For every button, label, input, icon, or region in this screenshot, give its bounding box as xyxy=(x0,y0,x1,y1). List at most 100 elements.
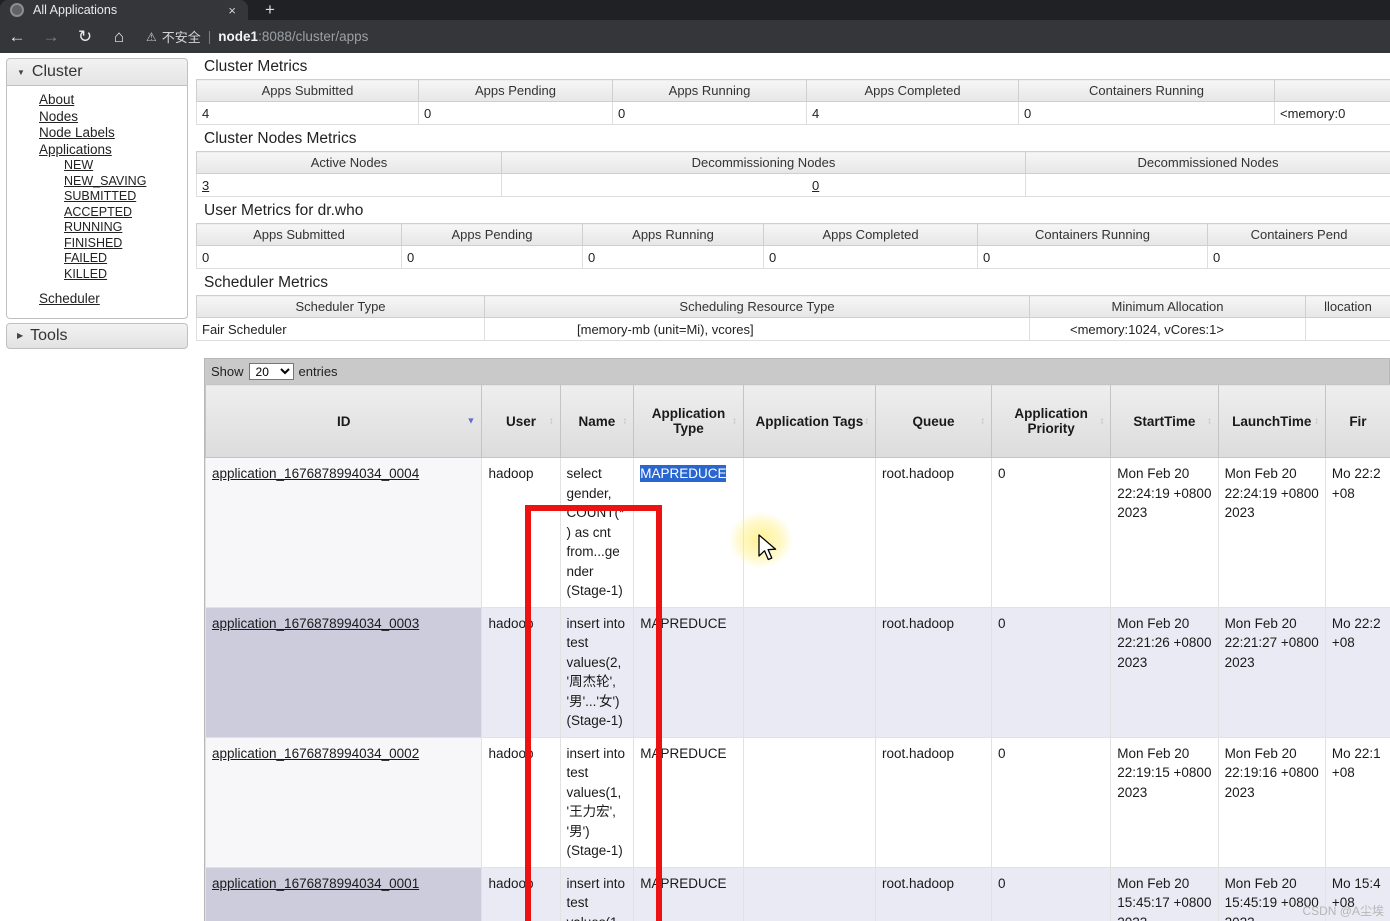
application-id-link[interactable]: application_1676878994034_0002 xyxy=(212,746,419,761)
val-user-apps-submitted: 0 xyxy=(196,245,402,269)
col-user[interactable]: User ↕ xyxy=(481,384,561,458)
application-id-link[interactable]: application_1676878994034_0004 xyxy=(212,466,419,481)
col-containers-running[interactable]: Containers Running xyxy=(1018,79,1275,102)
col-application-tags-label: Application Tags xyxy=(755,413,864,429)
chevron-down-icon: ▼ xyxy=(17,67,25,77)
col-active-nodes[interactable]: Active Nodes xyxy=(196,151,502,174)
cell-id[interactable]: application_1676878994034_0003 xyxy=(204,606,483,738)
sidebar-item-node-labels[interactable]: Node Labels xyxy=(7,125,187,142)
val-containers-running: 0 xyxy=(1018,101,1275,125)
user-metrics-title: User Metrics for dr.who xyxy=(204,202,364,219)
sidebar-item-running[interactable]: RUNNING xyxy=(7,220,187,236)
home-icon[interactable]: ⌂ xyxy=(102,20,136,53)
table-row: application_1676878994034_0001 hadoop in… xyxy=(204,866,1390,921)
application-id-link[interactable]: application_1676878994034_0001 xyxy=(212,876,419,891)
col-user-label: User xyxy=(505,413,536,429)
val-apps-submitted: 4 xyxy=(196,101,419,125)
table-row: application_1676878994034_0003 hadoop in… xyxy=(204,606,1390,738)
col-finish-time[interactable]: Fir xyxy=(1324,384,1390,458)
col-memory-used[interactable] xyxy=(1274,79,1390,102)
cell-application-type: MAPREDUCE xyxy=(633,736,744,868)
sidebar-item-scheduler[interactable]: Scheduler xyxy=(7,291,187,308)
col-id[interactable]: ID ▼ xyxy=(204,384,483,458)
sidebar-item-failed[interactable]: FAILED xyxy=(7,251,187,267)
col-apps-running[interactable]: Apps Running xyxy=(612,79,807,102)
sidebar-item-about[interactable]: About xyxy=(7,92,187,109)
col-decommissioned-nodes[interactable]: Decommissioned Nodes xyxy=(1025,151,1390,174)
sidebar-item-new-saving[interactable]: NEW_SAVING xyxy=(7,174,187,190)
col-application-priority[interactable]: Application Priority ↕ xyxy=(990,384,1112,458)
col-queue[interactable]: Queue ↕ xyxy=(874,384,992,458)
col-user-apps-submitted[interactable]: Apps Submitted xyxy=(196,223,402,246)
browser-tab-all-applications[interactable]: All Applications × xyxy=(0,0,248,20)
col-user-apps-pending[interactable]: Apps Pending xyxy=(401,223,583,246)
application-id-link[interactable]: application_1676878994034_0003 xyxy=(212,616,419,631)
sort-icon[interactable]: ↕ xyxy=(1207,416,1212,426)
cell-start-time: Mon Feb 20 22:21:26 +0800 2023 xyxy=(1110,606,1219,738)
sidebar-item-finished[interactable]: FINISHED xyxy=(7,236,187,252)
cell-id[interactable]: application_1676878994034_0004 xyxy=(204,457,483,608)
sidebar-item-new[interactable]: NEW xyxy=(7,158,187,174)
sort-desc-icon[interactable]: ▼ xyxy=(467,416,476,426)
sidebar-item-applications[interactable]: Applications xyxy=(7,142,187,159)
val-apps-completed: 4 xyxy=(806,101,1019,125)
new-tab-icon[interactable]: + xyxy=(253,0,287,20)
sort-icon[interactable]: ↕ xyxy=(623,416,628,426)
col-maximum-allocation[interactable]: llocation xyxy=(1305,295,1390,318)
col-application-type[interactable]: Application Type ↕ xyxy=(633,384,744,458)
cell-launch-time: Mon Feb 20 22:19:16 +0800 2023 xyxy=(1217,736,1326,868)
cell-application-type: MAPREDUCE xyxy=(633,866,744,921)
val-decommissioned-nodes[interactable]: 0 xyxy=(1025,173,1390,197)
col-user-containers-running[interactable]: Containers Running xyxy=(977,223,1208,246)
cell-queue: root.hadoop xyxy=(874,606,992,738)
sort-icon[interactable]: ↕ xyxy=(549,416,554,426)
col-id-label: ID xyxy=(336,413,351,429)
sort-icon[interactable]: ↕ xyxy=(732,416,737,426)
back-icon[interactable]: ← xyxy=(0,20,34,53)
sort-icon[interactable]: ↕ xyxy=(864,416,869,426)
page-size-select[interactable]: 204060100 xyxy=(248,363,294,380)
datatable-toolbar: Show 204060100 entries xyxy=(205,359,1389,384)
sidebar: ▼ Cluster About Nodes Node Labels Applic… xyxy=(6,58,188,349)
cell-name: select gender, COUNT(*) as cnt from...ge… xyxy=(559,457,635,608)
col-apps-pending[interactable]: Apps Pending xyxy=(418,79,613,102)
cell-user: hadoop xyxy=(481,866,561,921)
val-user-apps-completed: 0 xyxy=(763,245,978,269)
forward-icon[interactable]: → xyxy=(34,20,68,53)
col-name[interactable]: Name ↕ xyxy=(559,384,635,458)
col-scheduling-resource-type[interactable]: Scheduling Resource Type xyxy=(484,295,1030,318)
reload-icon[interactable]: ↻ xyxy=(68,20,102,53)
sidebar-item-nodes[interactable]: Nodes xyxy=(7,109,187,126)
close-icon[interactable]: × xyxy=(228,4,236,17)
sidebar-item-killed[interactable]: KILLED xyxy=(7,267,187,283)
col-decommissioning-nodes[interactable]: Decommissioning Nodes xyxy=(501,151,1026,174)
col-launch-time[interactable]: LaunchTime ↕ xyxy=(1217,384,1326,458)
sort-icon[interactable]: ↕ xyxy=(1100,416,1105,426)
cell-application-type: MAPREDUCE xyxy=(633,606,744,738)
sidebar-cluster-header[interactable]: ▼ Cluster xyxy=(6,58,188,86)
browser-nav-bar: ← → ↻ ⌂ ⚠ 不安全 | node1 :8088/cluster/apps xyxy=(0,20,1390,53)
val-active-nodes[interactable]: 3 xyxy=(196,173,502,197)
col-minimum-allocation[interactable]: Minimum Allocation xyxy=(1029,295,1306,318)
sidebar-tools-header[interactable]: ▶ Tools xyxy=(6,322,188,349)
insecure-label: 不安全 xyxy=(161,30,201,45)
col-user-apps-completed[interactable]: Apps Completed xyxy=(763,223,978,246)
cell-id[interactable]: application_1676878994034_0001 xyxy=(204,866,483,921)
val-decommissioning-nodes[interactable]: 0 xyxy=(501,173,1026,197)
cell-application-type: MAPREDUCE xyxy=(633,457,744,608)
cell-user: hadoop xyxy=(481,736,561,868)
col-apps-submitted[interactable]: Apps Submitted xyxy=(196,79,419,102)
col-user-apps-running[interactable]: Apps Running xyxy=(582,223,764,246)
col-user-containers-pending[interactable]: Containers Pend xyxy=(1207,223,1390,246)
col-apps-completed[interactable]: Apps Completed xyxy=(806,79,1019,102)
col-scheduler-type[interactable]: Scheduler Type xyxy=(196,295,485,318)
sidebar-item-submitted[interactable]: SUBMITTED xyxy=(7,189,187,205)
sort-icon[interactable]: ↕ xyxy=(1314,416,1319,426)
col-start-time[interactable]: StartTime ↕ xyxy=(1110,384,1219,458)
cell-id[interactable]: application_1676878994034_0002 xyxy=(204,736,483,868)
col-application-tags[interactable]: Application Tags ↕ xyxy=(742,384,876,458)
sidebar-item-accepted[interactable]: ACCEPTED xyxy=(7,205,187,221)
address-bar[interactable]: ⚠ 不安全 | node1 :8088/cluster/apps xyxy=(142,24,1376,49)
sort-icon[interactable]: ↕ xyxy=(980,416,985,426)
